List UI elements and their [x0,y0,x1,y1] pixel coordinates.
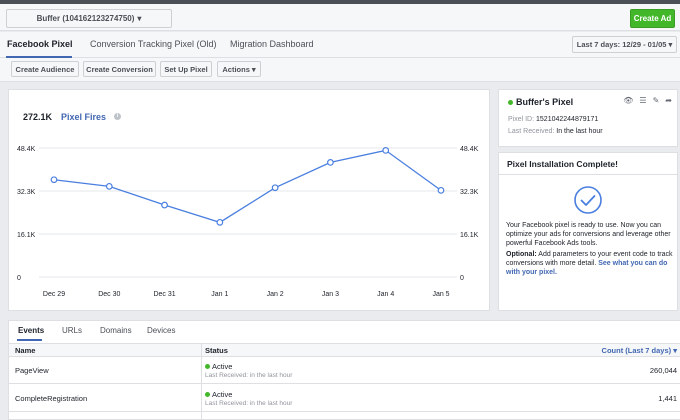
set-up-pixel-button[interactable]: Set Up Pixel [160,61,212,77]
data-point [105,182,113,190]
pixel-card: Buffer's Pixel 👁 ☰ ✎ ➦ Pixel ID: 1521042… [498,89,678,147]
y-tick-label-left: 16.1K [17,232,36,239]
actions-menu-button[interactable]: Actions ▾ [217,61,261,77]
date-range-selector[interactable]: Last 7 days: 12/29 - 01/05 ▾ [572,36,677,53]
column-header-name[interactable]: Name [15,346,35,355]
tab-events[interactable]: Events [18,326,44,335]
last-received-label: Last Received: [508,128,555,135]
x-tick-label: Dec 30 [98,291,120,298]
date-range-label: Last 7 days: 12/29 - 01/05 [576,40,667,49]
actions-menu-label: Actions [222,64,250,74]
create-ad-button[interactable]: Create Ad [630,9,675,28]
account-label: Buffer (104162123274750) [36,14,135,23]
data-point [327,158,334,166]
event-count: 1,441 [658,394,677,403]
event-name: CompleteRegistration [15,394,88,403]
data-point [50,176,58,184]
last-received-line: Last Received: In the last hour [508,128,603,135]
event-status: Active Last Received: in the last hour [205,362,292,379]
status-subtext: Last Received: in the last hour [205,372,293,379]
y-tick-label-right: 32.3K [460,189,479,196]
optional-paragraph: Optional: Add parameters to your event c… [506,250,674,277]
create-conversion-button[interactable]: Create Conversion [83,61,156,77]
data-point [382,146,390,154]
count-header-label: Count (Last 7 days) [601,346,672,355]
installation-card-text: Your Facebook pixel is ready to use. Now… [506,221,674,277]
status-dot [205,392,210,397]
y-tick-label-right: 16.1K [460,232,479,239]
pixel-id-value: 1521042244879171 [536,116,599,123]
table-row[interactable]: PageView Active Last Received: in the la… [9,357,680,384]
events-panel: Events URLs Domains Devices Name Status … [8,320,680,420]
top-bar: Buffer (104162123274750) ▾ Create Ad [0,4,680,31]
installation-body: Your Facebook pixel is ready to use. Now… [506,222,671,247]
account-selector-button[interactable]: Buffer (104162123274750) ▾ [6,9,172,28]
x-tick-label: Dec 29 [43,291,65,298]
tab-migration-dashboard[interactable]: Migration Dashboard [230,39,314,49]
column-header-count[interactable]: Count (Last 7 days) ▾ [602,346,677,355]
data-point [271,184,279,192]
pixel-card-toolbar: 👁 ☰ ✎ ➦ [623,96,672,105]
installation-card-title: Pixel Installation Complete! [499,153,677,175]
x-tick-label: Jan 4 [377,291,394,298]
tab-bar: Facebook Pixel Conversion Tracking Pixel… [0,32,680,58]
action-bar: Create Audience Create Conversion Set Up… [0,58,680,82]
y-tick-label-left: 0 [17,275,21,282]
y-tick-label-right: 0 [460,275,464,282]
pixel-fires-line-chart: 0 0 16.1K 16.1K 32.3K 32.3K 48.4K 48.4K Dec 29 De… [17,146,479,298]
event-name: PageView [15,366,49,375]
status-subtext: Last Received: in the last hour [205,400,293,407]
status-label: Active [212,362,233,371]
event-status: Active Last Received: in the last hour [205,390,292,407]
tab-domains[interactable]: Domains [100,326,132,335]
table-header: Name Status Count (Last 7 days) ▾ [9,343,680,357]
chevron-down-icon: ▾ [668,40,673,49]
pixel-id-line: Pixel ID: 1521042244879171 [508,116,598,123]
installation-card: Pixel Installation Complete! Your Facebo… [498,152,678,311]
pixel-id-label: Pixel ID: [508,116,535,123]
status-dot [205,364,210,369]
status-dot [508,99,513,105]
pixel-fires-chart-panel: 272.1K Pixel Fires i 0 0 16.1K 16.1K 32.3K 32… [8,89,490,311]
column-header-status[interactable]: Status [205,346,228,355]
optional-label: Optional: [506,251,537,258]
data-point [437,186,445,194]
pixel-name: Buffer's Pixel [516,97,574,107]
status-label: Active [212,390,233,399]
x-tick-label: Jan 3 [322,291,339,298]
sort-desc-icon: ▾ [673,346,677,355]
pencil-icon[interactable]: ✎ [653,96,660,105]
event-count: 260,044 [649,366,677,375]
y-tick-label-right: 48.4K [460,146,479,153]
x-tick-label: Jan 1 [211,291,228,298]
last-received-value: In the last hour [556,128,603,135]
x-tick-label: Dec 31 [153,291,175,298]
data-point [216,218,224,226]
table-row[interactable]: CompleteRegistration Active Last Receive… [9,385,680,412]
chevron-down-icon: ▾ [251,64,256,74]
tab-conversion-tracking-pixel[interactable]: Conversion Tracking Pixel (Old) [90,39,217,49]
checkmark-circle-icon [574,186,602,214]
x-tick-label: Jan 2 [267,291,284,298]
column-divider [201,343,202,420]
data-point [161,201,168,209]
x-tick-label: Jan 5 [432,291,449,298]
pixel-card-title: Buffer's Pixel [508,97,573,107]
y-tick-label-left: 48.4K [17,146,36,153]
y-tick-label-left: 32.3K [17,189,36,196]
tab-urls[interactable]: URLs [62,326,82,335]
list-icon[interactable]: ☰ [639,96,646,105]
share-icon[interactable]: ➦ [665,96,672,105]
active-tab-indicator [17,339,42,341]
eye-icon[interactable]: 👁 [623,96,633,105]
tab-devices[interactable]: Devices [147,326,175,335]
chevron-down-icon: ▾ [137,14,142,23]
tab-facebook-pixel[interactable]: Facebook Pixel [7,39,73,49]
create-audience-button[interactable]: Create Audience [11,61,79,77]
